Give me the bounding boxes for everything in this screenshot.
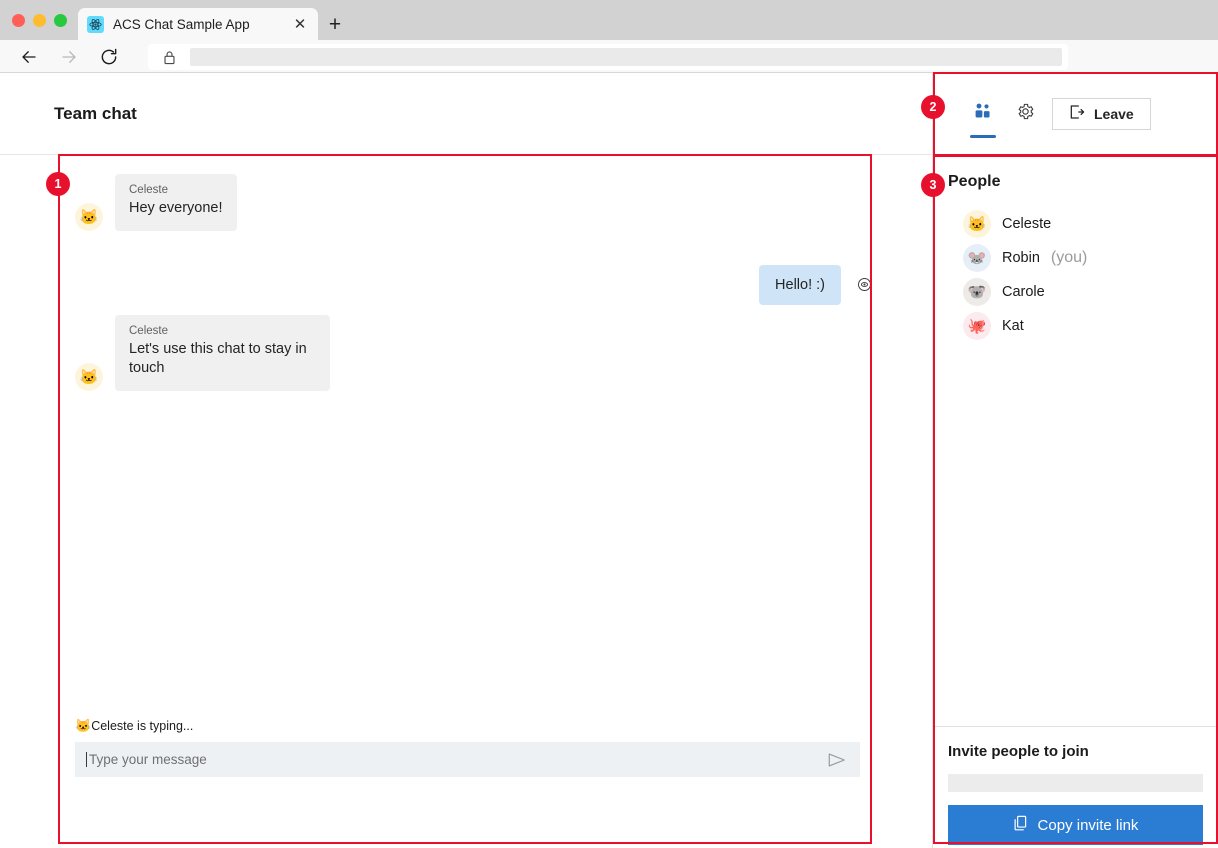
cat-avatar-icon: 🐱 bbox=[75, 202, 103, 231]
annotation-badge-1: 1 bbox=[46, 172, 70, 196]
cat-avatar-icon: 🐱 bbox=[75, 362, 103, 391]
maximize-window-button[interactable] bbox=[54, 14, 67, 27]
back-icon[interactable] bbox=[14, 44, 44, 70]
annotation-badge-3: 3 bbox=[921, 173, 945, 197]
read-receipt-icon bbox=[857, 277, 872, 292]
minimize-window-button[interactable] bbox=[33, 14, 46, 27]
octopus-avatar-icon: 🐙 bbox=[963, 312, 991, 340]
people-list: 🐱 Celeste 🐭 Robin (you) 🐨 Carole 🐙 Kat bbox=[933, 191, 1218, 343]
mouse-avatar-icon: 🐭 bbox=[963, 244, 991, 272]
url-input[interactable] bbox=[190, 48, 1062, 66]
panel-tab-bar: Leave bbox=[933, 73, 1218, 155]
close-icon[interactable]: ✕ bbox=[291, 15, 309, 33]
message-bubble[interactable]: Celeste Hey everyone! bbox=[115, 174, 237, 231]
close-window-button[interactable] bbox=[12, 14, 25, 27]
browser-window: ACS Chat Sample App ✕ + Team chat 🐱 Cele… bbox=[0, 0, 1218, 848]
message-row: Hello! :) bbox=[75, 264, 872, 305]
chat-header: Team chat bbox=[0, 73, 932, 155]
person-name: Kat bbox=[1002, 318, 1024, 334]
message-row: 🐱 Celeste Hey everyone! bbox=[75, 174, 872, 231]
copy-icon bbox=[1013, 815, 1029, 836]
browser-tab[interactable]: ACS Chat Sample App ✕ bbox=[78, 8, 318, 40]
message-text: Let's use this chat to stay in touch bbox=[129, 340, 307, 377]
forward-icon bbox=[54, 44, 84, 70]
cat-avatar-icon: 🐱 bbox=[75, 718, 92, 733]
message-bubble[interactable]: Hello! :) bbox=[759, 264, 841, 305]
cat-avatar-icon: 🐱 bbox=[963, 210, 991, 238]
page-title: Team chat bbox=[54, 103, 137, 123]
person-suffix: (you) bbox=[1050, 249, 1088, 266]
message-bubble[interactable]: Celeste Let's use this chat to stay in t… bbox=[115, 314, 330, 391]
side-panel: Leave People 🐱 Celeste 🐭 Robin (you) 🐨 C bbox=[933, 73, 1218, 848]
browser-toolbar: Guest ⋯ bbox=[0, 40, 1218, 113]
message-sender: Celeste bbox=[129, 324, 168, 337]
leave-button[interactable]: Leave bbox=[1052, 97, 1151, 130]
reload-icon[interactable] bbox=[94, 44, 124, 70]
react-icon bbox=[87, 15, 104, 33]
tab-people[interactable] bbox=[962, 86, 1004, 142]
navigation-buttons bbox=[14, 44, 124, 70]
list-item[interactable]: 🐨 Carole bbox=[963, 275, 1218, 309]
address-bar[interactable] bbox=[148, 44, 1068, 70]
list-item[interactable]: 🐱 Celeste bbox=[963, 207, 1218, 241]
person-name: Carole bbox=[1002, 284, 1045, 300]
invite-section: Invite people to join Copy invite link bbox=[933, 726, 1218, 848]
tab-strip: ACS Chat Sample App ✕ + bbox=[0, 0, 1218, 40]
chat-column: Team chat 🐱 Celeste Hey everyone! Hello!… bbox=[0, 73, 933, 848]
page-content: Team chat 🐱 Celeste Hey everyone! Hello!… bbox=[0, 73, 1218, 848]
people-icon bbox=[974, 103, 993, 124]
message-input[interactable]: Type your message bbox=[75, 742, 860, 777]
message-thread: 🐱 Celeste Hey everyone! Hello! :) 🐱 Cele… bbox=[0, 156, 932, 776]
leave-button-label: Leave bbox=[1094, 105, 1134, 122]
text-caret bbox=[86, 752, 87, 767]
list-item[interactable]: 🐙 Kat bbox=[963, 309, 1218, 343]
typing-indicator: 🐱 Celeste is typing... bbox=[75, 718, 193, 734]
message-row: 🐱 Celeste Let's use this chat to stay in… bbox=[75, 314, 872, 391]
annotation-badge-2: 2 bbox=[921, 95, 945, 119]
copy-invite-link-button[interactable]: Copy invite link bbox=[948, 805, 1203, 845]
person-name: Celeste bbox=[1002, 216, 1052, 232]
send-icon[interactable] bbox=[826, 750, 848, 770]
copy-invite-link-label: Copy invite link bbox=[1037, 816, 1139, 834]
lock-icon bbox=[148, 50, 190, 65]
list-item[interactable]: 🐭 Robin (you) bbox=[963, 241, 1218, 275]
sign-out-icon bbox=[1069, 104, 1085, 123]
gear-icon bbox=[1016, 102, 1035, 126]
window-controls bbox=[12, 14, 67, 27]
message-input-placeholder: Type your message bbox=[89, 752, 207, 767]
people-title: People bbox=[948, 173, 1001, 190]
koala-avatar-icon: 🐨 bbox=[963, 278, 991, 306]
tab-title: ACS Chat Sample App bbox=[113, 16, 250, 32]
tab-settings[interactable] bbox=[1004, 86, 1046, 142]
typing-text: Celeste is typing... bbox=[91, 719, 194, 733]
message-sender: Celeste bbox=[129, 184, 168, 196]
new-tab-button[interactable]: + bbox=[324, 13, 346, 35]
message-text: Hey everyone! bbox=[129, 200, 223, 216]
invite-link-input[interactable] bbox=[948, 774, 1203, 792]
invite-title: Invite people to join bbox=[948, 743, 1089, 760]
person-name: Robin bbox=[1002, 250, 1040, 266]
